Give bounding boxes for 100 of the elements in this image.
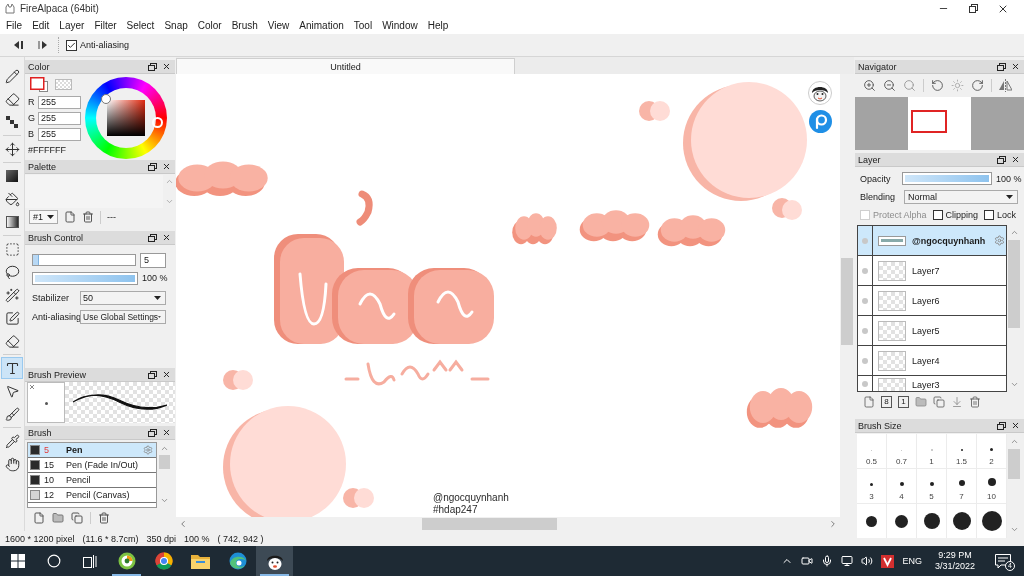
menu-item[interactable]: Animation	[294, 19, 349, 32]
folder-icon[interactable]	[52, 512, 64, 524]
size-slider[interactable]	[32, 254, 136, 266]
scrollbar-thumb[interactable]	[158, 455, 170, 469]
trash-icon[interactable]	[82, 211, 94, 223]
close-icon[interactable]	[1011, 421, 1020, 430]
undock-icon[interactable]	[148, 162, 157, 171]
layer-depth-button[interactable]: 8	[881, 396, 892, 408]
menu-item[interactable]: Brush	[226, 19, 263, 32]
undock-icon[interactable]	[148, 370, 157, 379]
visibility-dot-icon[interactable]	[862, 327, 868, 334]
saturation-square[interactable]	[107, 100, 145, 136]
transparent-swatch-icon[interactable]	[55, 79, 72, 90]
checkbox[interactable]	[984, 209, 995, 220]
undock-icon[interactable]	[997, 421, 1006, 430]
brush-size-cell[interactable]: 10	[977, 469, 1007, 504]
undock-icon[interactable]	[997, 155, 1006, 164]
hue-handle[interactable]	[152, 117, 163, 128]
close-icon[interactable]	[162, 370, 171, 379]
new-file-icon[interactable]	[33, 512, 45, 524]
tool-button[interactable]	[1, 357, 23, 379]
blending-dropdown[interactable]: Normal	[904, 189, 1018, 204]
undock-icon[interactable]	[148, 233, 157, 242]
menu-item[interactable]: Tool	[348, 19, 378, 32]
clock[interactable]: 9:29 PM 3/31/2022	[926, 550, 984, 572]
brush-size-cell[interactable]: 4	[887, 469, 917, 504]
trash-icon[interactable]	[98, 512, 110, 524]
menu-item[interactable]: Snap	[159, 19, 193, 32]
size-field[interactable]: 5	[140, 252, 166, 268]
layer-row[interactable]: Layer4	[858, 346, 1006, 376]
circle-p-icon[interactable]	[809, 110, 832, 133]
new-file-icon[interactable]	[64, 211, 76, 223]
visibility-dot-icon[interactable]	[862, 237, 868, 244]
close-icon[interactable]	[162, 233, 171, 242]
layer-row[interactable]: @ngocquynhanh	[858, 226, 1006, 256]
zoom-out-icon[interactable]	[883, 78, 896, 92]
layer-row[interactable]: Layer7	[858, 256, 1006, 286]
menu-item[interactable]: Select	[121, 19, 160, 32]
channel-field[interactable]: 255	[38, 95, 81, 109]
brush-size-cell[interactable]: 3	[857, 469, 887, 504]
undock-icon[interactable]	[997, 62, 1006, 71]
trash-icon[interactable]	[969, 396, 981, 408]
preset-list-row[interactable]: 15 Pen (Fade In/Out)	[28, 458, 156, 473]
close-icon[interactable]	[1011, 62, 1020, 71]
channel-field[interactable]: 255	[38, 127, 81, 141]
step-forward-button[interactable]	[35, 38, 49, 52]
rotate-right-icon[interactable]	[971, 78, 984, 92]
layer-row[interactable]: Layer6	[858, 286, 1006, 316]
preset-list-row[interactable]: 10 Pencil	[28, 473, 156, 488]
checkbox[interactable]	[932, 209, 943, 220]
layer-row[interactable]: Layer5	[858, 316, 1006, 346]
close-icon[interactable]	[162, 162, 171, 171]
close-icon[interactable]	[162, 62, 171, 71]
scrollbar-thumb[interactable]	[422, 518, 557, 530]
undock-icon[interactable]	[148, 62, 157, 71]
animal-face-icon[interactable]	[808, 81, 832, 105]
language-indicator[interactable]: ENG	[898, 556, 926, 566]
brush-size-cell[interactable]: 1	[917, 434, 947, 469]
flip-icon[interactable]	[999, 78, 1012, 92]
menu-item[interactable]: File	[1, 19, 28, 32]
copy-icon[interactable]	[933, 396, 945, 408]
volume-icon[interactable]	[861, 555, 874, 567]
menu-item[interactable]: Help	[422, 19, 454, 32]
visibility-dot-icon[interactable]	[862, 381, 868, 387]
scrollbar-thumb[interactable]	[1008, 449, 1020, 479]
palette-dropdown[interactable]: #1	[29, 210, 58, 224]
brush-size-cell[interactable]: 0.7	[887, 434, 917, 469]
visibility-dot-icon[interactable]	[862, 357, 868, 364]
checkbox[interactable]	[66, 39, 77, 51]
scrollbar-thumb[interactable]	[1008, 240, 1020, 328]
menu-item[interactable]: Filter	[89, 19, 122, 32]
zoom-in-icon[interactable]	[863, 78, 876, 92]
video-icon[interactable]	[801, 555, 814, 567]
stabilizer-dropdown[interactable]: 50	[80, 290, 166, 305]
canvas-tab[interactable]: Untitled	[176, 58, 515, 74]
brush-size-cell[interactable]: 1.5	[947, 434, 977, 469]
microphone-icon[interactable]	[821, 555, 834, 567]
scrollbar-thumb[interactable]	[841, 258, 853, 345]
brush-size-cell[interactable]: 5	[917, 469, 947, 504]
menu-item[interactable]: Window	[377, 19, 423, 32]
copy-icon[interactable]	[71, 512, 83, 524]
preset-list-row[interactable]: 12 Pencil (Canvas)	[28, 488, 156, 503]
tray-app-icon[interactable]	[881, 554, 895, 568]
network-icon[interactable]	[841, 555, 854, 567]
menu-item[interactable]: Edit	[27, 19, 55, 32]
channel-field[interactable]: 255	[38, 111, 81, 125]
undock-icon[interactable]	[148, 428, 157, 437]
brush-size-cell[interactable]: 0.5	[857, 434, 887, 469]
preset-list-row[interactable]: 5 Pen	[28, 443, 156, 458]
taskbar-app[interactable]	[256, 546, 293, 576]
close-icon[interactable]	[162, 428, 171, 437]
color-swatches-icon[interactable]	[30, 77, 48, 92]
brush-size-cell[interactable]: 7	[947, 469, 977, 504]
menu-item[interactable]: Color	[192, 19, 227, 32]
rotate-left-icon[interactable]	[931, 78, 944, 92]
visibility-dot-icon[interactable]	[862, 297, 868, 304]
color-handle[interactable]	[101, 94, 111, 104]
visibility-dot-icon[interactable]	[862, 267, 868, 274]
menu-item[interactable]: Layer	[54, 19, 90, 32]
layer-depth-button[interactable]: 1	[898, 396, 909, 408]
